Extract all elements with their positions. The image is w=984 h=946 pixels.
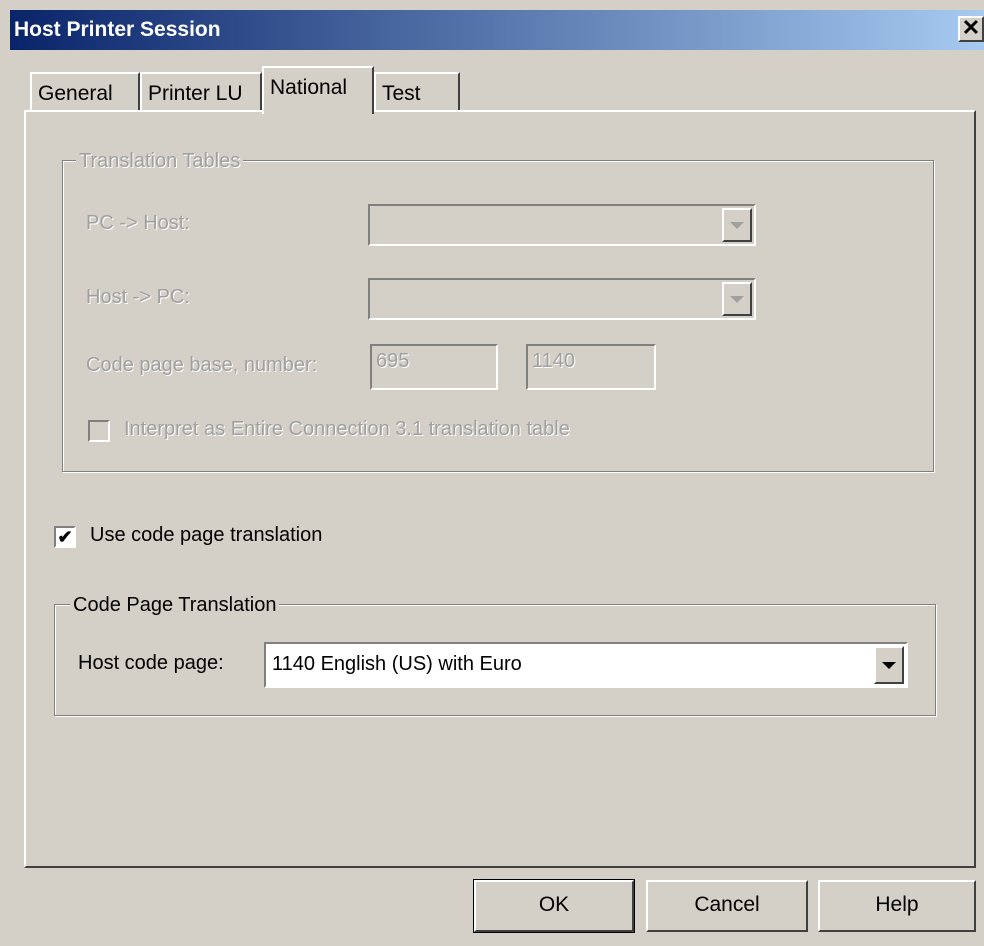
close-icon: ✕ bbox=[961, 15, 981, 40]
help-button-label: Help bbox=[875, 893, 919, 916]
code-page-base-number-label: Code page base, number: bbox=[86, 354, 318, 376]
host-to-pc-dropdown-button[interactable] bbox=[722, 282, 752, 316]
help-button[interactable]: Help bbox=[818, 880, 976, 932]
tab-test[interactable]: Test bbox=[374, 72, 460, 112]
host-code-page-value: 1140 English (US) with Euro bbox=[272, 653, 522, 675]
title-bar[interactable]: Host Printer Session ✕ bbox=[10, 10, 984, 50]
host-code-page-label: Host code page: bbox=[78, 652, 224, 674]
close-button[interactable]: ✕ bbox=[958, 16, 984, 42]
pc-to-host-dropdown-button[interactable] bbox=[722, 208, 752, 242]
ok-button-label: OK bbox=[538, 893, 570, 916]
cancel-button[interactable]: Cancel bbox=[646, 880, 808, 932]
host-to-pc-dropdown[interactable] bbox=[368, 278, 756, 320]
code-page-base-field[interactable]: 695 bbox=[370, 344, 498, 390]
chevron-down-icon bbox=[730, 222, 744, 229]
tab-label: General bbox=[38, 82, 113, 105]
checkmark-icon: ✔ bbox=[57, 527, 73, 547]
window-title: Host Printer Session bbox=[14, 18, 221, 41]
cancel-button-label: Cancel bbox=[694, 893, 760, 916]
pc-to-host-dropdown[interactable] bbox=[368, 204, 756, 246]
pc-to-host-label: PC -> Host: bbox=[86, 212, 190, 234]
tab-general[interactable]: General bbox=[30, 72, 140, 112]
code-page-translation-title: Code Page Translation bbox=[70, 594, 280, 617]
use-code-page-translation-label: Use code page translation bbox=[90, 524, 323, 546]
translation-tables-title: Translation Tables bbox=[76, 150, 244, 173]
host-to-pc-label: Host -> PC: bbox=[86, 286, 190, 308]
chevron-down-icon bbox=[882, 662, 896, 669]
use-code-page-translation-checkbox[interactable]: ✔ bbox=[54, 526, 76, 548]
host-code-page-dropdown[interactable]: 1140 English (US) with Euro bbox=[264, 642, 908, 688]
code-page-number-field[interactable]: 1140 bbox=[526, 344, 656, 390]
chevron-down-icon bbox=[730, 296, 744, 303]
interpret-entire-connection-label: Interpret as Entire Connection 3.1 trans… bbox=[124, 418, 570, 440]
host-code-page-dropdown-button[interactable] bbox=[874, 646, 904, 684]
tab-label: Printer LU bbox=[148, 82, 243, 105]
tab-label: Test bbox=[382, 82, 421, 105]
tab-label: National bbox=[270, 76, 348, 99]
tab-printer-lu[interactable]: Printer LU bbox=[140, 72, 262, 112]
ok-button[interactable]: OK bbox=[473, 879, 635, 933]
host-printer-session-dialog: Host Printer Session ✕ General Printer L… bbox=[0, 0, 984, 946]
tab-national[interactable]: National bbox=[262, 66, 374, 114]
interpret-entire-connection-checkbox[interactable] bbox=[88, 420, 110, 442]
